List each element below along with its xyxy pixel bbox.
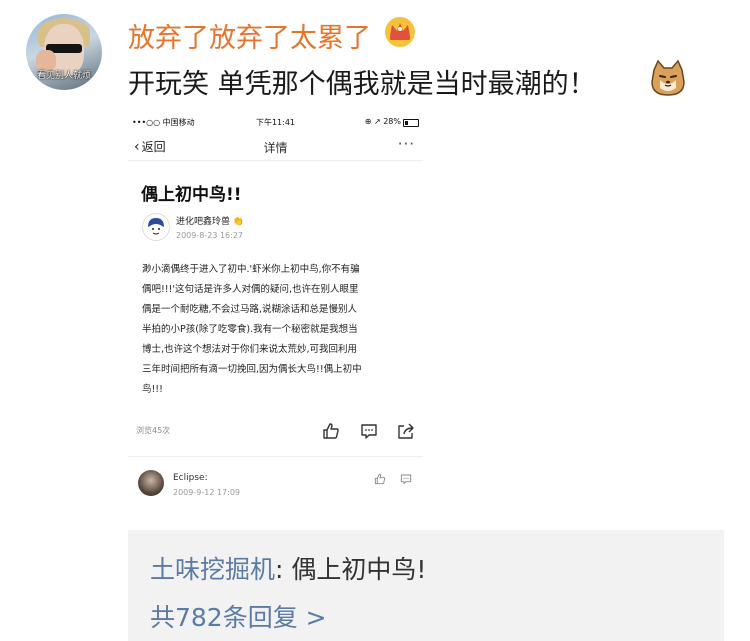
article-line: 三年时间把所有滴一切挽回,因为偶长大鸟!!偶上初中 xyxy=(142,364,362,375)
shared-thread-user[interactable]: 土味挖掘机 xyxy=(150,555,275,584)
status-bar: •••○○ 中国移动 下午11:41 ⊕ ↗ 28% xyxy=(128,115,423,129)
article-time: 2009-8-23 16:27 xyxy=(176,231,243,240)
like-icon[interactable] xyxy=(322,422,340,440)
shared-thread-card[interactable]: 土味挖掘机: 偶上初中鸟! 共782条回复 > xyxy=(128,530,724,641)
nav-bar: ‹ 返回 详情 ··· xyxy=(128,134,423,158)
username[interactable]: 放弃了放弃了太累了 xyxy=(128,16,371,55)
comment-divider xyxy=(128,456,423,457)
shared-thread-title-line[interactable]: 土味挖掘机: 偶上初中鸟! xyxy=(150,550,426,586)
clap-icon: 👏 xyxy=(232,217,245,227)
author-name[interactable]: 进化吧鑫玲兽 👏 xyxy=(176,214,244,227)
user-avatar[interactable]: 看见别人就烦 xyxy=(26,14,102,90)
battery-icon xyxy=(403,119,419,127)
post-text: 开玩笑 单凭那个偶我就是当时最潮的！ xyxy=(128,69,596,100)
article-line: 偶吧!!!'这句话是许多人对偶的疑问,也许在别人眼里 xyxy=(142,284,359,295)
comment-time: 2009-9-12 17:09 xyxy=(173,488,240,497)
nav-title: 详情 xyxy=(263,141,288,155)
view-count: 浏览45次 xyxy=(136,426,171,435)
article-line: 博士,也许这个想法对于你们来说太荒妙,可我回利用 xyxy=(142,344,358,355)
share-icon[interactable] xyxy=(397,422,415,440)
article-title: 偶上初中鸟!! xyxy=(141,185,242,205)
article-line: 偶是一个耐吃糖,不会过马路,说糊涂话和总是慢别人 xyxy=(142,304,358,315)
comment-reply-icon[interactable] xyxy=(400,473,412,485)
article-line: 渺小滴偶终于进入了初中.'虾米你上初中鸟,你不有骗 xyxy=(142,264,360,275)
embedded-screenshot[interactable]: •••○○ 中国移动 下午11:41 ⊕ ↗ 28% ‹ 返回 详情 ··· 偶上… xyxy=(128,112,423,516)
comment-like-icon[interactable] xyxy=(374,473,386,485)
more-icon[interactable]: ··· xyxy=(398,135,415,153)
reply-count-link[interactable]: 共782条回复 > xyxy=(150,598,327,634)
avatar-caption: 看见别人就烦 xyxy=(36,71,91,81)
article-body: 渺小滴偶终于进入了初中.'虾米你上初中鸟,你不有骗 偶吧!!!'这句话是许多人对… xyxy=(142,260,414,400)
nav-divider xyxy=(128,160,423,161)
shared-thread-separator: : xyxy=(275,555,292,584)
commenter-name[interactable]: Eclipse: xyxy=(173,473,208,483)
article-line: 鸟!!! xyxy=(142,384,163,395)
comment-icon[interactable] xyxy=(360,422,378,440)
shared-thread-title: 偶上初中鸟! xyxy=(291,555,427,584)
crown-icon xyxy=(385,17,415,47)
commenter-avatar[interactable] xyxy=(138,470,164,496)
status-right: ⊕ ↗ 28% xyxy=(364,117,401,126)
article-line: 半拍的小P孩(除了吃零食).我有一个秘密就是我想当 xyxy=(142,324,358,335)
cat-icon xyxy=(651,59,685,96)
author-avatar[interactable] xyxy=(142,213,170,241)
